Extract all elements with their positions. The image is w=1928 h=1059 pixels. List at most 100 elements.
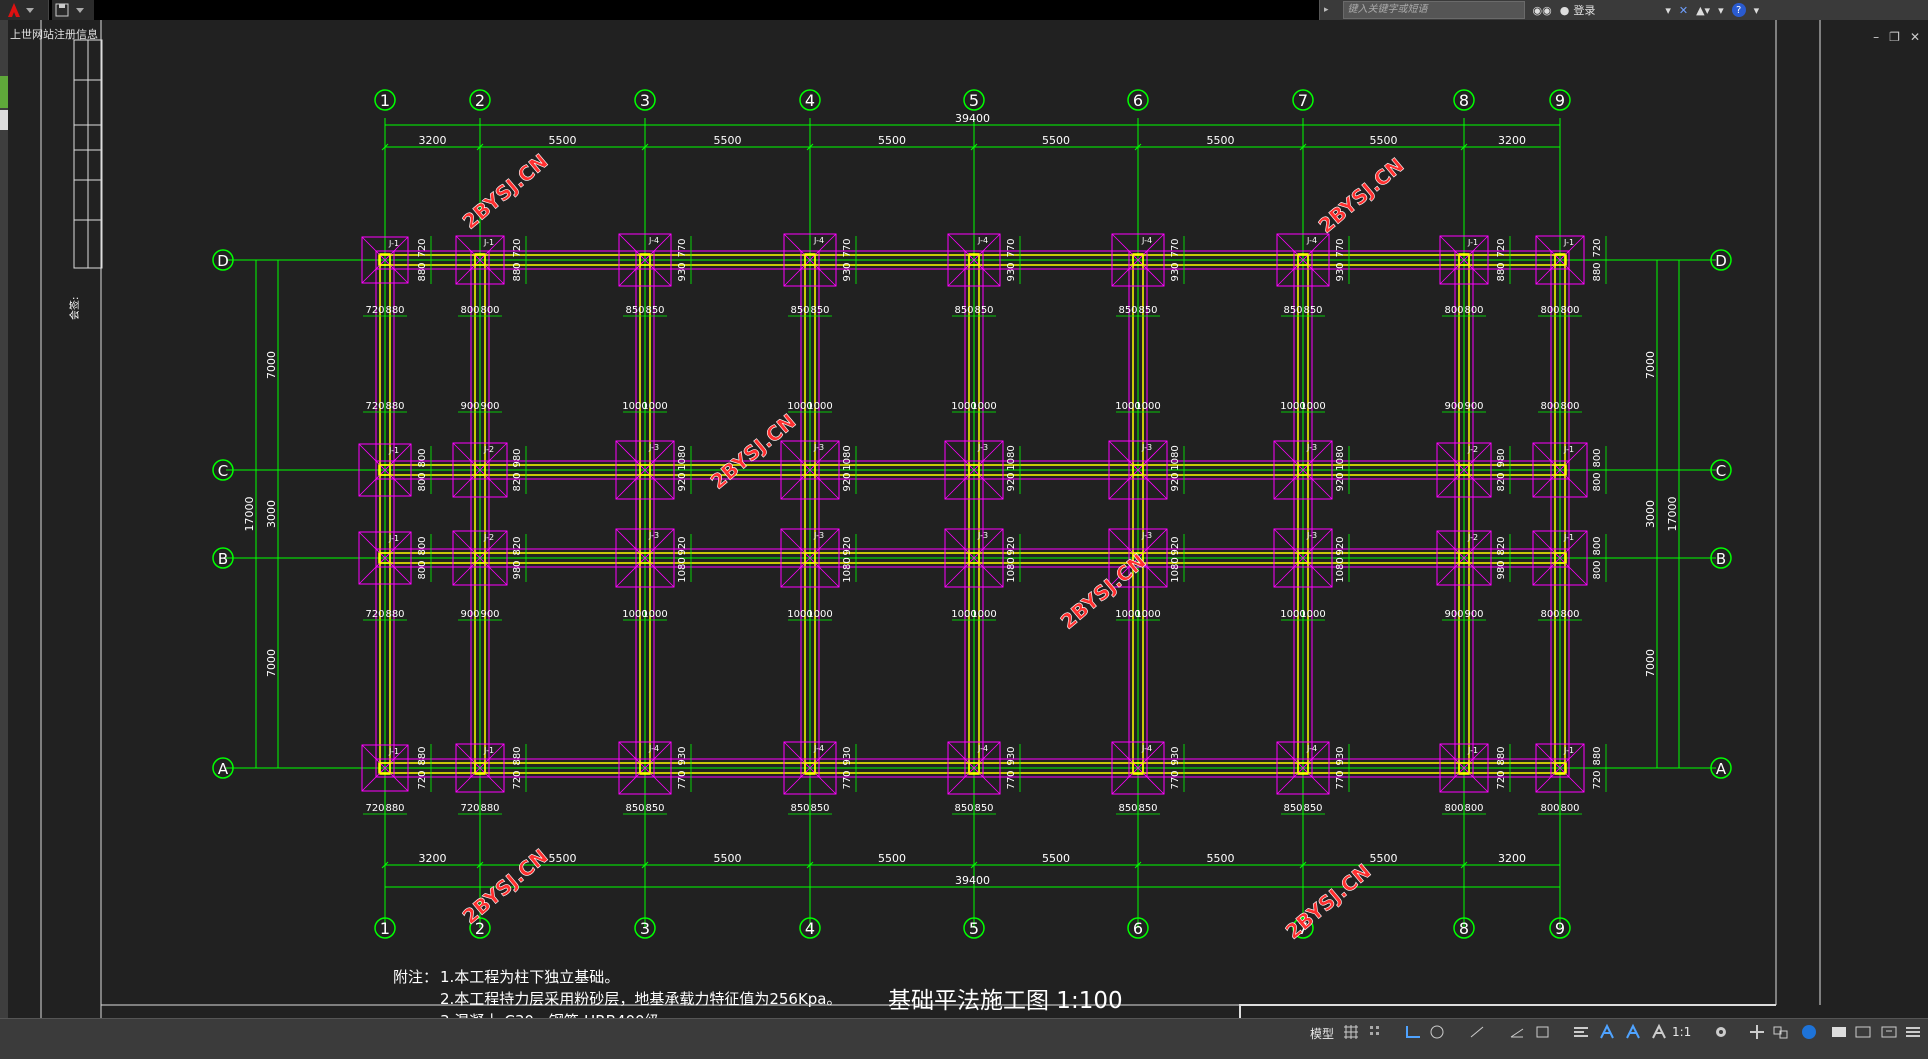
login-button[interactable]: 登录 (1573, 2, 1595, 18)
units-icon[interactable] (1772, 1023, 1790, 1041)
footing-vdim-c: 1080 (677, 445, 688, 470)
application-menu-button[interactable] (0, 0, 49, 20)
quick-access-toolbar[interactable] (52, 0, 94, 20)
footing-vdim-b: 800 (417, 560, 428, 579)
help-dropdown-icon[interactable]: ▾ (1754, 4, 1760, 17)
footing-label: J-2 (483, 445, 494, 454)
footing-dim-d: 800 (460, 305, 479, 316)
exchange-icon[interactable]: ✕ (1679, 4, 1688, 17)
left-edge-tab[interactable] (0, 76, 8, 108)
footing-vdim-c: 800 (417, 448, 428, 467)
footing-dim-d: 880 (385, 305, 404, 316)
footing-vdim-b: 820 (512, 536, 523, 555)
footing-dim-c: 1000 (807, 401, 832, 412)
close-button[interactable]: ✕ (1910, 30, 1920, 44)
footing-dim-c: 1000 (642, 401, 667, 412)
footing-label: J-1 (388, 446, 399, 455)
axis-label-1: 1 (380, 919, 390, 938)
fullscreen-icon[interactable] (1880, 1023, 1898, 1041)
footing-dim-a: 800 (1540, 803, 1559, 814)
polar-tracking-icon[interactable] (1428, 1023, 1446, 1041)
model-space-button[interactable]: 模型 (1310, 1025, 1334, 1042)
stay-connected-icon[interactable]: ▾ (1718, 4, 1724, 17)
footing-vdim-d: 770 (1170, 238, 1181, 257)
footing-dim-d: 850 (974, 305, 993, 316)
annotation-scale-icon[interactable] (1650, 1023, 1668, 1041)
restore-button[interactable]: ❐ (1889, 30, 1900, 44)
foundation-plan-drawing[interactable]: 会签: J-1 J-1 J-4 J-4 J-4 J-4 J-4 J-1 J-1 J-1 J-2 J-3 J… (8, 20, 1928, 1020)
dimension-spacing-y: 7000 (265, 351, 278, 379)
footing-vdim-d: 880 (417, 262, 428, 281)
footing-dim-d: 800 (480, 305, 499, 316)
object-snap-tracking-icon[interactable] (1508, 1023, 1526, 1041)
clean-screen-icon[interactable] (1854, 1023, 1872, 1041)
isodraft-icon[interactable] (1468, 1023, 1486, 1041)
ortho-icon[interactable] (1404, 1023, 1422, 1041)
workspace-gear-icon[interactable] (1712, 1023, 1730, 1041)
annotation-visibility-icon[interactable] (1598, 1023, 1616, 1041)
footing-dim-b: 800 (1560, 609, 1579, 620)
minimize-button[interactable]: – (1873, 30, 1879, 44)
autodesk-a360-icon[interactable]: ▲▾ (1696, 4, 1710, 17)
hardware-acceleration-icon[interactable] (1800, 1023, 1818, 1041)
customization-menu-icon[interactable] (1904, 1023, 1922, 1041)
footing-dim-c: 1000 (1300, 401, 1325, 412)
dimension-spacing-x: 3200 (1498, 852, 1526, 865)
note-line: 2.本工程持力层采用粉砂层，地基承载力特征值为256Kpa。 (440, 990, 842, 1008)
dropdown-arrow-icon[interactable]: ▾ (1665, 4, 1671, 17)
watermark: 2BYSJ.CN (1056, 549, 1151, 634)
footing-vdim-a: 770 (1006, 770, 1017, 789)
footing-vdim-b: 800 (417, 536, 428, 555)
grid-icon[interactable] (1342, 1023, 1360, 1041)
binoculars-icon[interactable]: ◉◉ (1533, 4, 1552, 17)
footing-dim-a: 850 (1303, 803, 1322, 814)
footing-vdim-d: 720 (417, 238, 428, 257)
footing-label: J-1 (388, 239, 399, 248)
expand-arrow-icon[interactable]: ▸ (1324, 5, 1329, 15)
footing-vdim-d: 930 (842, 262, 853, 281)
save-icon[interactable] (52, 0, 94, 20)
footing-vdim-d: 720 (1496, 238, 1507, 257)
footing-dim-b: 900 (460, 609, 479, 620)
object-snap-icon[interactable] (1534, 1023, 1552, 1041)
dimension-spacing-x: 5500 (714, 134, 742, 147)
cursor-tooltip: 上世网站注册信息 (10, 28, 98, 41)
footing-vdim-b: 820 (1496, 536, 1507, 555)
footing-dim-d: 850 (954, 305, 973, 316)
footing-label: J-1 (1563, 238, 1574, 247)
footing-dim-b: 1000 (971, 609, 996, 620)
snap-icon[interactable] (1368, 1023, 1386, 1041)
auto-scale-icon[interactable] (1624, 1023, 1642, 1041)
footing-label: J-2 (1467, 445, 1478, 454)
footing-vdim-a: 930 (1335, 746, 1346, 765)
notes-label: 附注： (393, 968, 438, 986)
footing-label: J-4 (1306, 236, 1317, 245)
footing-label: J-3 (1141, 531, 1152, 540)
footing-dim-b: 900 (1464, 609, 1483, 620)
axis-label-7: 7 (1298, 91, 1308, 110)
footing-vdim-c: 920 (842, 472, 853, 491)
dimension-spacing-x: 5500 (1370, 134, 1398, 147)
footing-vdim-c: 820 (512, 472, 523, 491)
axis-label-9: 9 (1555, 91, 1565, 110)
dimension-spacing-x: 5500 (549, 134, 577, 147)
axis-label-4: 4 (805, 91, 815, 110)
footing-label: J-3 (648, 443, 659, 452)
footing-dim-a: 800 (1464, 803, 1483, 814)
lineweight-icon[interactable] (1572, 1023, 1590, 1041)
dimension-spacing-y: 7000 (265, 649, 278, 677)
user-icon[interactable]: ● (1560, 4, 1570, 17)
footing-vdim-b: 1080 (1335, 557, 1346, 582)
search-input[interactable]: 键入关键字或短语 (1342, 1, 1525, 19)
annotation-monitor-icon[interactable] (1748, 1023, 1766, 1041)
footing-vdim-c: 1080 (1335, 445, 1346, 470)
dimension-spacing-y: 3000 (265, 500, 278, 528)
help-icon[interactable]: ? (1731, 3, 1746, 17)
footing-vdim-a: 720 (1496, 770, 1507, 789)
axis-label-5: 5 (969, 919, 979, 938)
footing-dim-a: 850 (645, 803, 664, 814)
footing-dim-c: 900 (1444, 401, 1463, 412)
left-edge-tab-2[interactable] (0, 110, 8, 130)
annotation-scale-dropdown[interactable]: 1:1 (1672, 1025, 1691, 1039)
isolate-objects-icon[interactable] (1830, 1023, 1848, 1041)
